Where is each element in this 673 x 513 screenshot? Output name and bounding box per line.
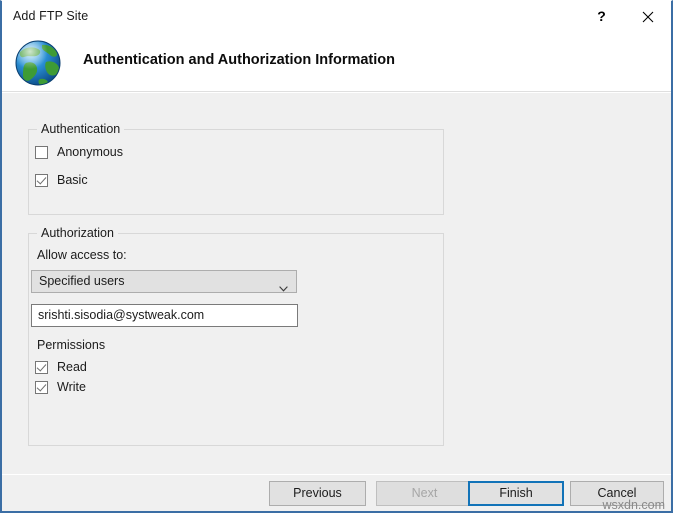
watermark: wsxdn.com — [602, 498, 665, 512]
checkbox-write-box[interactable] — [35, 380, 48, 394]
checkbox-write-label: Write — [57, 380, 86, 394]
authentication-group: Authentication Anonymous Basic — [28, 122, 444, 215]
checkbox-read-label: Read — [57, 360, 87, 374]
allow-access-select-value: Specified users — [39, 274, 125, 288]
question-mark-icon: ? — [597, 8, 606, 24]
specified-users-input-value: srishti.sisodia@systweak.com — [38, 308, 205, 322]
next-button: Next — [376, 481, 473, 506]
close-icon — [625, 11, 670, 23]
dialog-body: Authentication Anonymous Basic Authoriza… — [2, 92, 671, 474]
finish-button[interactable]: Finish — [468, 481, 564, 506]
checkbox-read-box[interactable] — [35, 360, 48, 374]
chevron-down-icon — [279, 279, 288, 292]
add-ftp-site-dialog: Add FTP Site ? Authentication and Author… — [0, 0, 673, 513]
checkbox-write[interactable]: Write — [35, 380, 86, 394]
checkbox-read[interactable]: Read — [35, 360, 87, 374]
checkbox-anonymous-box[interactable] — [35, 145, 48, 159]
checkbox-basic[interactable]: Basic — [35, 173, 88, 187]
dialog-header: Authentication and Authorization Informa… — [2, 33, 671, 92]
window-title: Add FTP Site — [13, 9, 89, 23]
checkbox-basic-box[interactable] — [35, 173, 48, 187]
permissions-label: Permissions — [37, 338, 106, 352]
title-bar: Add FTP Site ? — [2, 1, 671, 33]
authorization-group-legend: Authorization — [37, 226, 118, 240]
authorization-group: Authorization Allow access to: Specified… — [28, 226, 444, 446]
checkbox-basic-label: Basic — [57, 173, 88, 187]
checkbox-anonymous[interactable]: Anonymous — [35, 145, 123, 159]
allow-access-select[interactable]: Specified users — [31, 270, 297, 293]
close-button[interactable] — [625, 1, 670, 32]
previous-button[interactable]: Previous — [269, 481, 366, 506]
globe-icon — [12, 36, 66, 90]
authentication-group-legend: Authentication — [37, 122, 125, 136]
help-button[interactable]: ? — [579, 1, 624, 32]
checkbox-anonymous-label: Anonymous — [57, 145, 124, 159]
dialog-footer: Previous Next Finish Cancel wsxdn.com — [2, 474, 671, 511]
specified-users-input[interactable]: srishti.sisodia@systweak.com — [31, 304, 298, 327]
page-title: Authentication and Authorization Informa… — [83, 52, 395, 68]
allow-access-label: Allow access to: — [37, 248, 127, 262]
